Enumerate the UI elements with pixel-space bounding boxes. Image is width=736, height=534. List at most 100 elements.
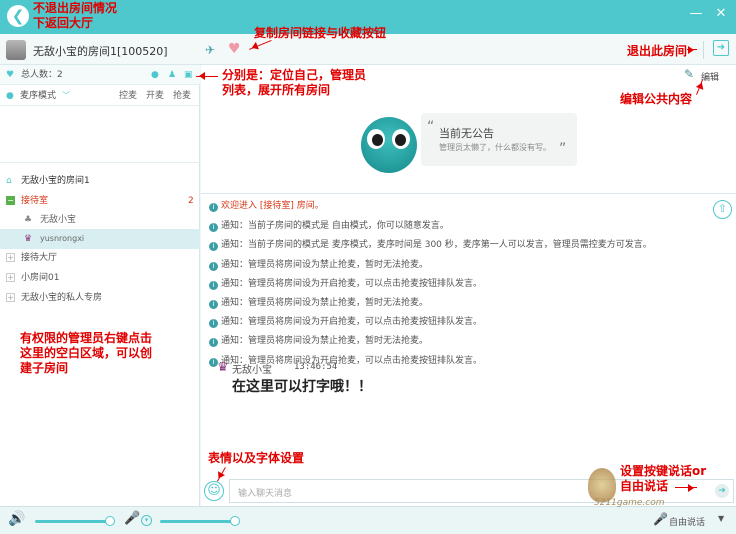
message-user: 无敌小宝 xyxy=(232,365,272,376)
avatar xyxy=(6,40,26,60)
expand-rooms-icon[interactable]: ▣ xyxy=(184,65,193,85)
notice-text: 通知：管理员将房间设为禁止抢麦，暂时无法抢麦。 xyxy=(221,260,429,270)
close-icon[interactable]: ✕ xyxy=(712,5,730,23)
user-icon: ♛ xyxy=(24,234,33,244)
notice-text: 通知：管理员将房间设为开启抢麦，可以点击抢麦按钮排队发言。 xyxy=(221,317,483,327)
mic-action-open[interactable]: 开麦 xyxy=(146,86,164,106)
mic-action-grab[interactable]: 抢麦 xyxy=(173,86,191,106)
exit-room-icon[interactable]: ➜ xyxy=(713,40,729,56)
notice-message: i 通知：当前子房间的模式是 自由模式，你可以随意发言。 xyxy=(209,220,449,232)
message-text: 在这里可以打字哦！！ xyxy=(232,379,372,395)
slider-handle[interactable] xyxy=(230,516,240,526)
info-icon: i xyxy=(209,242,218,251)
divider xyxy=(703,41,704,59)
mic-icon: ● xyxy=(6,91,14,101)
annotation-icons: 分别是：定位自己，管理员列表，展开所有房间 xyxy=(222,68,367,97)
divider xyxy=(0,162,200,163)
annotation-arrow xyxy=(675,487,697,488)
left-panel: ♥ 总人数：2 ● ♟ ▣ ● 麦序模式 ﹀ 控麦 开麦 抢麦 ⌂ 无敌小宝的房… xyxy=(0,65,200,506)
chat-input-placeholder: 输入聊天消息 xyxy=(238,489,293,499)
channel-count: 2 xyxy=(188,196,194,206)
channel-label: 接待室 xyxy=(21,196,49,206)
watermark-text: 5211game.com xyxy=(594,498,665,508)
notice-text: 通知：管理员将房间设为开启抢麦，可以点击抢麦按钮排队发言。 xyxy=(221,279,483,289)
notice-text: 通知：管理员将房间设为禁止抢麦，暂时无法抢麦。 xyxy=(221,336,429,346)
mic-volume-slider[interactable] xyxy=(160,516,240,526)
emoji-icon[interactable]: ☺ xyxy=(204,481,224,501)
copy-link-icon[interactable]: ✈ xyxy=(205,43,215,57)
channel-root-label: 无敌小宝的房间1 xyxy=(21,176,90,186)
edit-icon[interactable]: ✎ xyxy=(684,67,694,81)
channel-item[interactable]: + 接待大厅 xyxy=(0,248,200,268)
info-icon: i xyxy=(209,338,218,347)
slider-handle[interactable] xyxy=(105,516,115,526)
annotation-exit: 退出此房间 xyxy=(627,44,688,58)
member-count-bar: ♥ 总人数：2 ● ♟ ▣ xyxy=(0,65,200,85)
user-icon: ♛ xyxy=(217,360,229,375)
announcement-subtitle: 管理员太懒了，什么都没有写。 xyxy=(439,143,551,152)
notice-text: 通知：当前子房间的模式是 麦序模式，麦序时间是 300 秒，麦序第一人可以发言，… xyxy=(221,240,652,250)
notice-message: i 通知：当前子房间的模式是 麦序模式，麦序时间是 300 秒，麦序第一人可以发言… xyxy=(209,239,652,251)
room-title: 无敌小宝的房间1[100520] xyxy=(33,45,168,58)
annotation-arrow xyxy=(687,49,697,50)
notice-text: 通知：当前子房间的模式是 自由模式，你可以随意发言。 xyxy=(221,221,449,231)
mic-action-control[interactable]: 控麦 xyxy=(119,86,137,106)
notice-message: i 通知：管理员将房间设为禁止抢麦，暂时无法抢麦。 xyxy=(209,297,428,309)
annotation-emoji: 表情以及字体设置 xyxy=(208,451,305,465)
collapse-icon[interactable]: − xyxy=(6,196,15,205)
app-window: ❮ — ✕ 无敌小宝的房间1[100520] ✈ ♥ ➜ ♥ 总人数：2 ● ♟… xyxy=(0,0,736,534)
mascot-icon xyxy=(361,117,417,173)
expand-icon[interactable]: + xyxy=(6,273,15,282)
annotation-back: 不退出房间情况下返回大厅 xyxy=(33,1,118,30)
minimize-icon[interactable]: — xyxy=(687,5,705,23)
send-icon[interactable]: ➜ xyxy=(715,484,729,498)
expand-icon[interactable]: + xyxy=(6,253,15,262)
user-label: 无敌小宝 xyxy=(40,215,77,225)
channel-label: 小房间01 xyxy=(21,273,60,283)
channel-root[interactable]: ⌂ 无敌小宝的房间1 xyxy=(0,171,200,191)
announcement-bubble: “ 当前无公告 管理员太懒了，什么都没有写。 ” xyxy=(421,113,577,166)
notice-text: 通知：管理员将房间设为禁止抢麦，暂时无法抢麦。 xyxy=(221,298,429,308)
mic-settings-chevron-icon[interactable]: ▾ xyxy=(141,515,152,526)
member-count: 总人数：2 xyxy=(21,70,63,80)
locate-self-icon[interactable]: ● xyxy=(151,65,159,85)
mic-mode-select[interactable]: 麦序模式 xyxy=(20,86,56,106)
welcome-text: 欢迎进入 [接待室] 房间。 xyxy=(221,201,324,211)
watermark-logo xyxy=(588,468,616,502)
welcome-message: i 欢迎进入 [接待室] 房间。 xyxy=(209,200,324,212)
channel-item[interactable]: + 无敌小宝的私人专房 xyxy=(0,288,200,308)
notice-message: i 通知：管理员将房间设为开启抢麦，可以点击抢麦按钮排队发言。 xyxy=(209,278,482,290)
info-icon: i xyxy=(209,300,218,309)
user-icon: ♣ xyxy=(24,215,33,225)
speaker-icon[interactable]: 🔊 xyxy=(8,511,25,527)
notice-message: i 通知：管理员将房间设为开启抢麦，可以点击抢麦按钮排队发言。 xyxy=(209,316,482,328)
channel-item[interactable]: − 接待室 2 xyxy=(0,191,200,211)
favorite-heart-icon[interactable]: ♥ xyxy=(228,41,241,57)
channel-item[interactable]: + 小房间01 xyxy=(0,268,200,288)
scroll-up-icon[interactable]: ⇧ xyxy=(713,200,732,219)
info-icon: i xyxy=(209,223,218,232)
back-to-lobby-button[interactable]: ❮ xyxy=(7,5,29,27)
home-icon: ⌂ xyxy=(6,176,12,186)
chat-panel: ✎ 编辑 “ 当前无公告 管理员太懒了，什么都没有写。 ” ⇧ i 欢迎进入 [接… xyxy=(201,65,736,506)
user-item[interactable]: ♣ 无敌小宝 xyxy=(0,210,200,230)
channel-label: 接待大厅 xyxy=(21,253,58,263)
announcement-title: 当前无公告 xyxy=(439,127,494,140)
info-icon: i xyxy=(209,319,218,328)
info-icon: i xyxy=(209,203,218,212)
expand-icon[interactable]: + xyxy=(6,293,15,302)
notice-message: i 通知：管理员将房间设为禁止抢麦，暂时无法抢麦。 xyxy=(209,259,428,271)
annotation-copy: 复制房间链接与收藏按钮 xyxy=(254,26,387,40)
speaker-volume-slider[interactable] xyxy=(35,516,115,526)
channel-label: 无敌小宝的私人专房 xyxy=(21,293,103,303)
microphone-icon[interactable]: 🎤 xyxy=(124,511,140,526)
annotation-talk: 设置按键说话or 自由说话 xyxy=(620,464,707,493)
chevron-down-icon[interactable]: ﹀ xyxy=(62,86,70,106)
heart-icon: ♥ xyxy=(6,70,15,80)
annotation-edit: 编辑公共内容 xyxy=(620,92,693,106)
annotation-admin: 有权限的管理员右键点击这里的空白区域，可以创建子房间 xyxy=(20,331,153,375)
user-label: yusnrongxi xyxy=(40,234,85,243)
user-item[interactable]: ♛ yusnrongxi xyxy=(0,229,200,249)
admin-list-icon[interactable]: ♟ xyxy=(168,65,176,85)
chevron-down-icon[interactable]: ▼ xyxy=(718,514,724,523)
